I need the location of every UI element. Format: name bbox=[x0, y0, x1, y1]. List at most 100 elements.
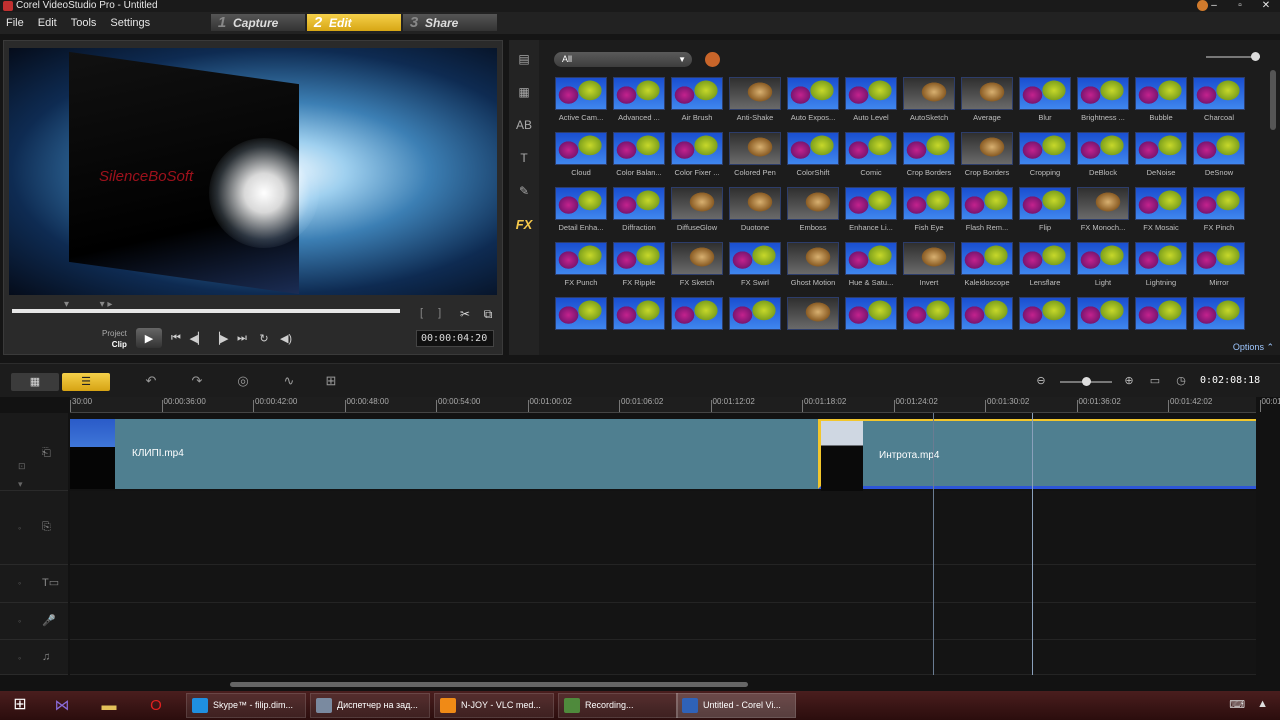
tab-capture[interactable]: 1 Capture bbox=[211, 14, 305, 31]
filter-thumbnail[interactable]: Comic bbox=[845, 132, 897, 184]
filter-thumbnail[interactable]: FX Sketch bbox=[671, 242, 723, 294]
mode-clip[interactable]: Clip bbox=[102, 339, 127, 350]
redo-icon[interactable]: ↷ bbox=[186, 373, 208, 391]
copy-icon[interactable]: ⧉ bbox=[480, 307, 496, 323]
filter-thumbnail[interactable]: Colored Pen bbox=[729, 132, 781, 184]
filter-thumbnail[interactable]: FX Mosaic bbox=[1135, 187, 1187, 239]
play-button[interactable]: ▶ bbox=[136, 328, 162, 348]
track-visibility-icon[interactable]: ⊡ bbox=[18, 461, 26, 472]
filter-thumbnail[interactable] bbox=[1077, 297, 1129, 337]
media-icon[interactable]: ▤ bbox=[514, 52, 534, 70]
taskbar-app-button[interactable]: Recording... bbox=[558, 693, 678, 718]
filter-thumbnail[interactable]: Enhance Li... bbox=[845, 187, 897, 239]
preview-video[interactable]: SilenceBoSoft bbox=[9, 48, 497, 295]
fx-filter-icon[interactable]: FX bbox=[514, 217, 534, 235]
filter-thumbnail[interactable]: Diffraction bbox=[613, 187, 665, 239]
undo-icon[interactable]: ↶ bbox=[140, 373, 162, 391]
filter-thumbnail[interactable]: Duotone bbox=[729, 187, 781, 239]
minimize-icon[interactable]: – bbox=[1208, 0, 1220, 12]
filter-thumbnail[interactable] bbox=[1019, 297, 1071, 337]
timeline-clip-selected[interactable]: Интрота.mp4 bbox=[818, 419, 1256, 491]
filter-thumbnail[interactable]: Fish Eye bbox=[903, 187, 955, 239]
filter-thumbnail[interactable]: Brightness ... bbox=[1077, 77, 1129, 129]
filter-thumbnail[interactable]: DeBlock bbox=[1077, 132, 1129, 184]
zoom-in-icon[interactable]: ⊕ bbox=[1122, 374, 1136, 388]
maximize-icon[interactable]: ▫ bbox=[1234, 0, 1246, 12]
thumbnail-size-slider[interactable] bbox=[1206, 52, 1260, 61]
track-visibility-icon[interactable]: ◦ bbox=[18, 578, 21, 588]
filter-thumbnail[interactable]: Cropping bbox=[1019, 132, 1071, 184]
trim-markers[interactable]: [ ] bbox=[420, 307, 447, 319]
folder-icon[interactable]: ▬ bbox=[93, 694, 125, 717]
filter-thumbnail[interactable] bbox=[1193, 297, 1245, 337]
zoom-out-icon[interactable]: ⊖ bbox=[1034, 374, 1048, 388]
visual-studio-icon[interactable]: ⋈ bbox=[46, 694, 78, 717]
filter-thumbnail[interactable]: Kaleidoscope bbox=[961, 242, 1013, 294]
filter-thumbnail[interactable] bbox=[729, 297, 781, 337]
preview-scrubber[interactable] bbox=[12, 309, 400, 313]
filter-thumbnail[interactable]: Crop Borders bbox=[961, 132, 1013, 184]
options-button[interactable]: Options ⌃ bbox=[1233, 342, 1274, 353]
menu-edit[interactable]: Edit bbox=[32, 17, 65, 29]
filter-thumbnail[interactable]: FX Pinch bbox=[1193, 187, 1245, 239]
filter-thumbnail[interactable]: AutoSketch bbox=[903, 77, 955, 129]
voice-track[interactable] bbox=[70, 603, 1256, 640]
browse-icon[interactable] bbox=[705, 52, 720, 67]
filter-thumbnail[interactable] bbox=[903, 297, 955, 337]
windows-start-icon[interactable]: ⊞ bbox=[4, 694, 36, 717]
filter-thumbnail[interactable]: Bubble bbox=[1135, 77, 1187, 129]
filter-thumbnail[interactable]: DeNoise bbox=[1135, 132, 1187, 184]
timecode-display[interactable]: 00:00:04:20 bbox=[416, 330, 494, 347]
filter-thumbnail[interactable]: Color Balan... bbox=[613, 132, 665, 184]
track-expand-icon[interactable]: ▾ bbox=[18, 479, 23, 490]
filter-thumbnail[interactable]: Cloud bbox=[555, 132, 607, 184]
filter-thumbnail[interactable] bbox=[961, 297, 1013, 337]
scissors-icon[interactable]: ✂ bbox=[457, 307, 473, 323]
track-visibility-icon[interactable]: ◦ bbox=[18, 616, 21, 626]
mode-project[interactable]: Project bbox=[102, 328, 127, 339]
filter-thumbnail[interactable]: Ghost Motion bbox=[787, 242, 839, 294]
filter-thumbnail[interactable]: Detail Enha... bbox=[555, 187, 607, 239]
filter-thumbnail[interactable]: Air Brush bbox=[671, 77, 723, 129]
filter-thumbnail[interactable]: Invert bbox=[903, 242, 955, 294]
filter-thumbnail[interactable] bbox=[671, 297, 723, 337]
timeline-zoom-slider[interactable] bbox=[1060, 377, 1112, 386]
home-icon[interactable]: ⏮ bbox=[168, 330, 184, 346]
menu-file[interactable]: File bbox=[0, 17, 32, 29]
filter-thumbnail[interactable]: Mirror bbox=[1193, 242, 1245, 294]
prev-frame-icon[interactable]: ◀▏ bbox=[190, 330, 207, 346]
taskbar-app-button[interactable]: Диспетчер на зад... bbox=[310, 693, 430, 718]
audio-wave-icon[interactable]: ∿ bbox=[278, 373, 300, 391]
instant-project-icon[interactable]: ▦ bbox=[514, 85, 534, 103]
filter-thumbnail[interactable]: FX Swirl bbox=[729, 242, 781, 294]
track-manager-icon[interactable]: ⊞ bbox=[320, 373, 342, 391]
timeline-clip[interactable]: КЛИПI.mp4 bbox=[70, 419, 818, 489]
filter-thumbnail[interactable] bbox=[787, 297, 839, 337]
filter-thumbnail[interactable]: DeSnow bbox=[1193, 132, 1245, 184]
filter-thumbnail[interactable]: Anti-Shake bbox=[729, 77, 781, 129]
taskbar-app-button[interactable]: N-JOY - VLC med... bbox=[434, 693, 554, 718]
filter-thumbnail[interactable]: Average bbox=[961, 77, 1013, 129]
close-icon[interactable]: ✕ bbox=[1260, 0, 1272, 12]
menu-tools[interactable]: Tools bbox=[65, 17, 105, 29]
tray-arrow-icon[interactable]: ▲ bbox=[1257, 698, 1268, 711]
next-frame-icon[interactable]: ▕▶ bbox=[212, 330, 229, 346]
filter-thumbnail[interactable] bbox=[555, 297, 607, 337]
filter-thumbnail[interactable]: Charcoal bbox=[1193, 77, 1245, 129]
title-track[interactable] bbox=[70, 565, 1256, 603]
filter-thumbnail[interactable]: FX Punch bbox=[555, 242, 607, 294]
filter-thumbnail[interactable] bbox=[613, 297, 665, 337]
transition-icon[interactable]: AB bbox=[514, 118, 534, 136]
filter-thumbnail[interactable]: Hue & Satu... bbox=[845, 242, 897, 294]
tab-edit[interactable]: 2 Edit bbox=[307, 14, 401, 31]
tab-share[interactable]: 3 Share bbox=[403, 14, 497, 31]
track-visibility-icon[interactable]: ◦ bbox=[18, 653, 21, 663]
storyboard-view-button[interactable]: ▦ bbox=[11, 373, 59, 391]
volume-icon[interactable]: ◀) bbox=[278, 330, 294, 346]
graphic-icon[interactable]: ✎ bbox=[514, 184, 534, 202]
title-icon[interactable]: T bbox=[514, 151, 534, 169]
filter-thumbnail[interactable]: Color Fixer ... bbox=[671, 132, 723, 184]
music-track[interactable] bbox=[70, 640, 1256, 675]
filter-thumbnail[interactable]: Blur bbox=[1019, 77, 1071, 129]
menu-settings[interactable]: Settings bbox=[104, 17, 158, 29]
